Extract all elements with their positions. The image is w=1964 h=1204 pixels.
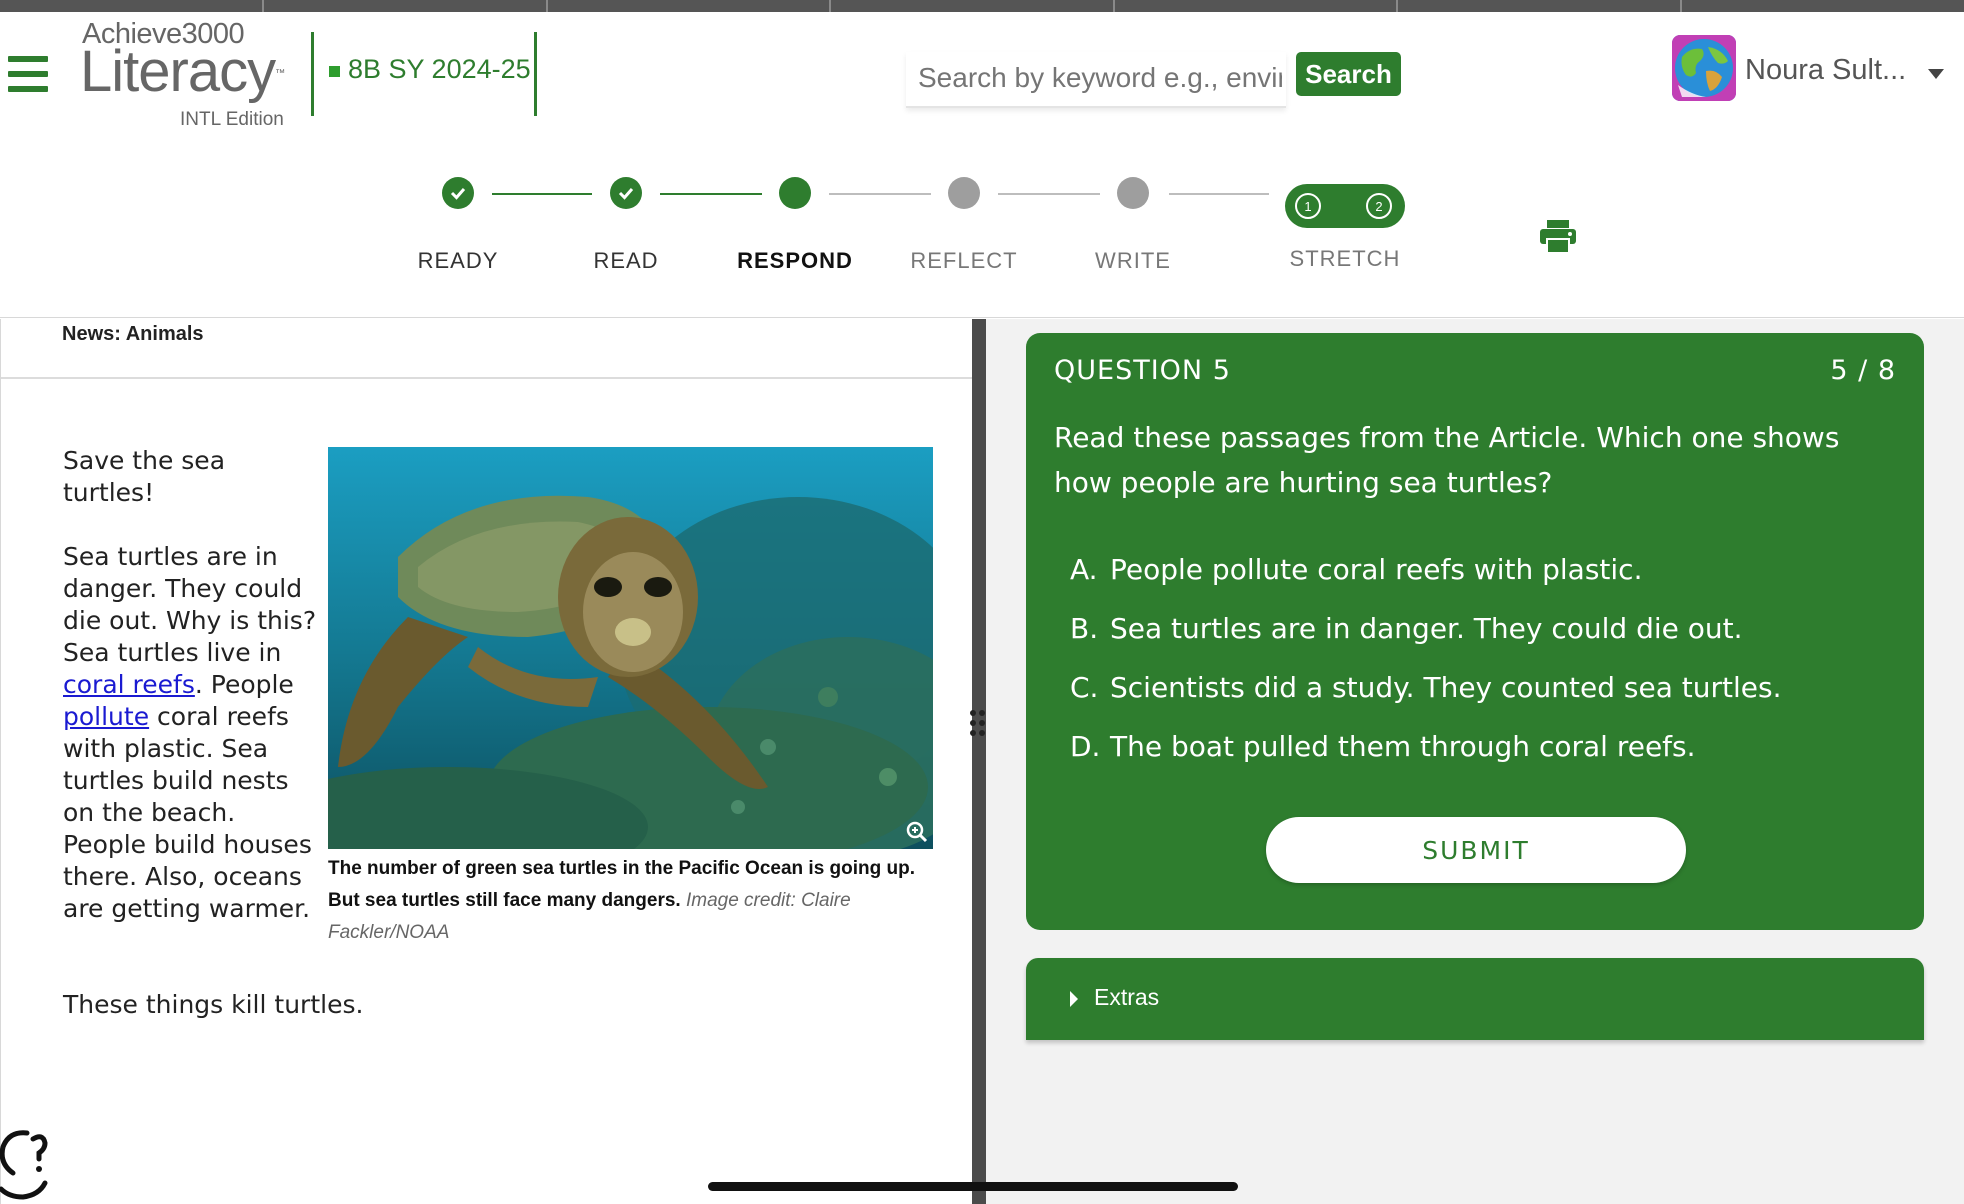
section-label: News: Animals [62, 323, 204, 345]
help-bubble-icon[interactable] [0, 1127, 51, 1204]
step-label-reflect[interactable]: REFLECT [910, 248, 1017, 274]
zoom-in-icon[interactable] [906, 821, 928, 843]
search-input[interactable] [906, 52, 1282, 104]
question-prompt: Read these passages from the Article. Wh… [1054, 421, 1840, 499]
step-ready-dot[interactable] [442, 177, 474, 209]
brand-logo[interactable]: Achieve3000 Literacy™ INTL Edition [80, 16, 300, 136]
question-title: QUESTION 5 [1054, 355, 1231, 386]
step-label-write[interactable]: WRITE [1095, 248, 1171, 274]
step-connector [1169, 193, 1269, 195]
question-counter: 5 / 8 [1830, 355, 1896, 386]
article-pane: News: Animals Save the sea turtles! Sea … [0, 319, 973, 1204]
article-last-line: These things kill turtles. [63, 990, 364, 1019]
step-label-stretch[interactable]: STRETCH [1290, 246, 1401, 272]
extras-accordion[interactable]: Extras [1026, 958, 1924, 1040]
answer-choice-a[interactable]: A. People pollute coral reefs with plasti… [1070, 553, 1642, 586]
search-button[interactable]: Search [1296, 52, 1401, 96]
caret-right-icon [1070, 991, 1078, 1007]
answer-choice-d[interactable]: D. The boat pulled them through coral ree… [1070, 730, 1696, 763]
step-label-ready[interactable]: READY [418, 248, 499, 274]
search-box [906, 52, 1286, 108]
article-paragraph: Sea turtles are in danger. They could di… [63, 542, 317, 923]
pollute-link[interactable]: pollute [63, 702, 149, 731]
user-name[interactable]: Noura Sult... [1745, 54, 1906, 87]
brand-main-text: Literacy™ [80, 39, 285, 104]
step-write-dot[interactable] [1117, 177, 1149, 209]
article-paragraph: Save the sea turtles! [63, 446, 226, 507]
class-selector[interactable]: 8B SY 2024-25 [311, 32, 537, 116]
stretch-part-1[interactable]: 1 [1295, 193, 1321, 219]
globe-avatar-icon [1672, 35, 1736, 101]
article-body: Save the sea turtles! Sea turtles are in… [63, 445, 323, 957]
step-label-read[interactable]: READ [593, 248, 658, 274]
photo-caption: The number of green sea turtles in the P… [328, 858, 916, 943]
question-card: QUESTION 5 5 / 8 Read these passages fro… [1026, 333, 1924, 930]
answer-choice-c[interactable]: C. Scientists did a study. They counted s… [1070, 671, 1782, 704]
checkmark-icon [450, 188, 466, 200]
question-pane: QUESTION 5 5 / 8 Read these passages fro… [986, 319, 1964, 1204]
extras-label: Extras [1094, 984, 1160, 1010]
step-connector [492, 193, 592, 195]
coral-reefs-link[interactable]: coral reefs [63, 670, 195, 699]
step-respond-dot[interactable] [779, 177, 811, 209]
step-reflect-dot[interactable] [948, 177, 980, 209]
sea-turtle-photo[interactable] [328, 447, 933, 849]
step-connector [998, 193, 1100, 195]
class-name: 8B SY 2024-25 [348, 54, 531, 84]
step-label-respond[interactable]: RESPOND [737, 248, 853, 274]
class-indicator-dot [329, 66, 340, 77]
edition-label: INTL Edition [180, 109, 284, 130]
checkmark-icon [618, 188, 634, 200]
hamburger-menu-icon[interactable] [8, 56, 48, 92]
submit-button[interactable]: SUBMIT [1266, 817, 1686, 883]
section-header: News: Animals [1, 319, 973, 379]
top-status-strip [0, 0, 1964, 12]
step-connector [660, 193, 762, 195]
step-read-dot[interactable] [610, 177, 642, 209]
answer-choice-b[interactable]: B. Sea turtles are in danger. They could … [1070, 612, 1743, 645]
app-header: Achieve3000 Literacy™ INTL Edition 8B SY… [0, 12, 1964, 318]
caret-down-icon[interactable] [1928, 69, 1944, 79]
home-indicator[interactable] [708, 1182, 1238, 1191]
step-connector [829, 193, 931, 195]
pane-divider[interactable] [972, 319, 986, 1204]
step-stretch-pill[interactable]: 1 2 [1285, 184, 1405, 228]
user-avatar[interactable] [1672, 35, 1736, 101]
printer-icon[interactable] [1538, 220, 1578, 258]
stretch-part-2[interactable]: 2 [1366, 193, 1392, 219]
